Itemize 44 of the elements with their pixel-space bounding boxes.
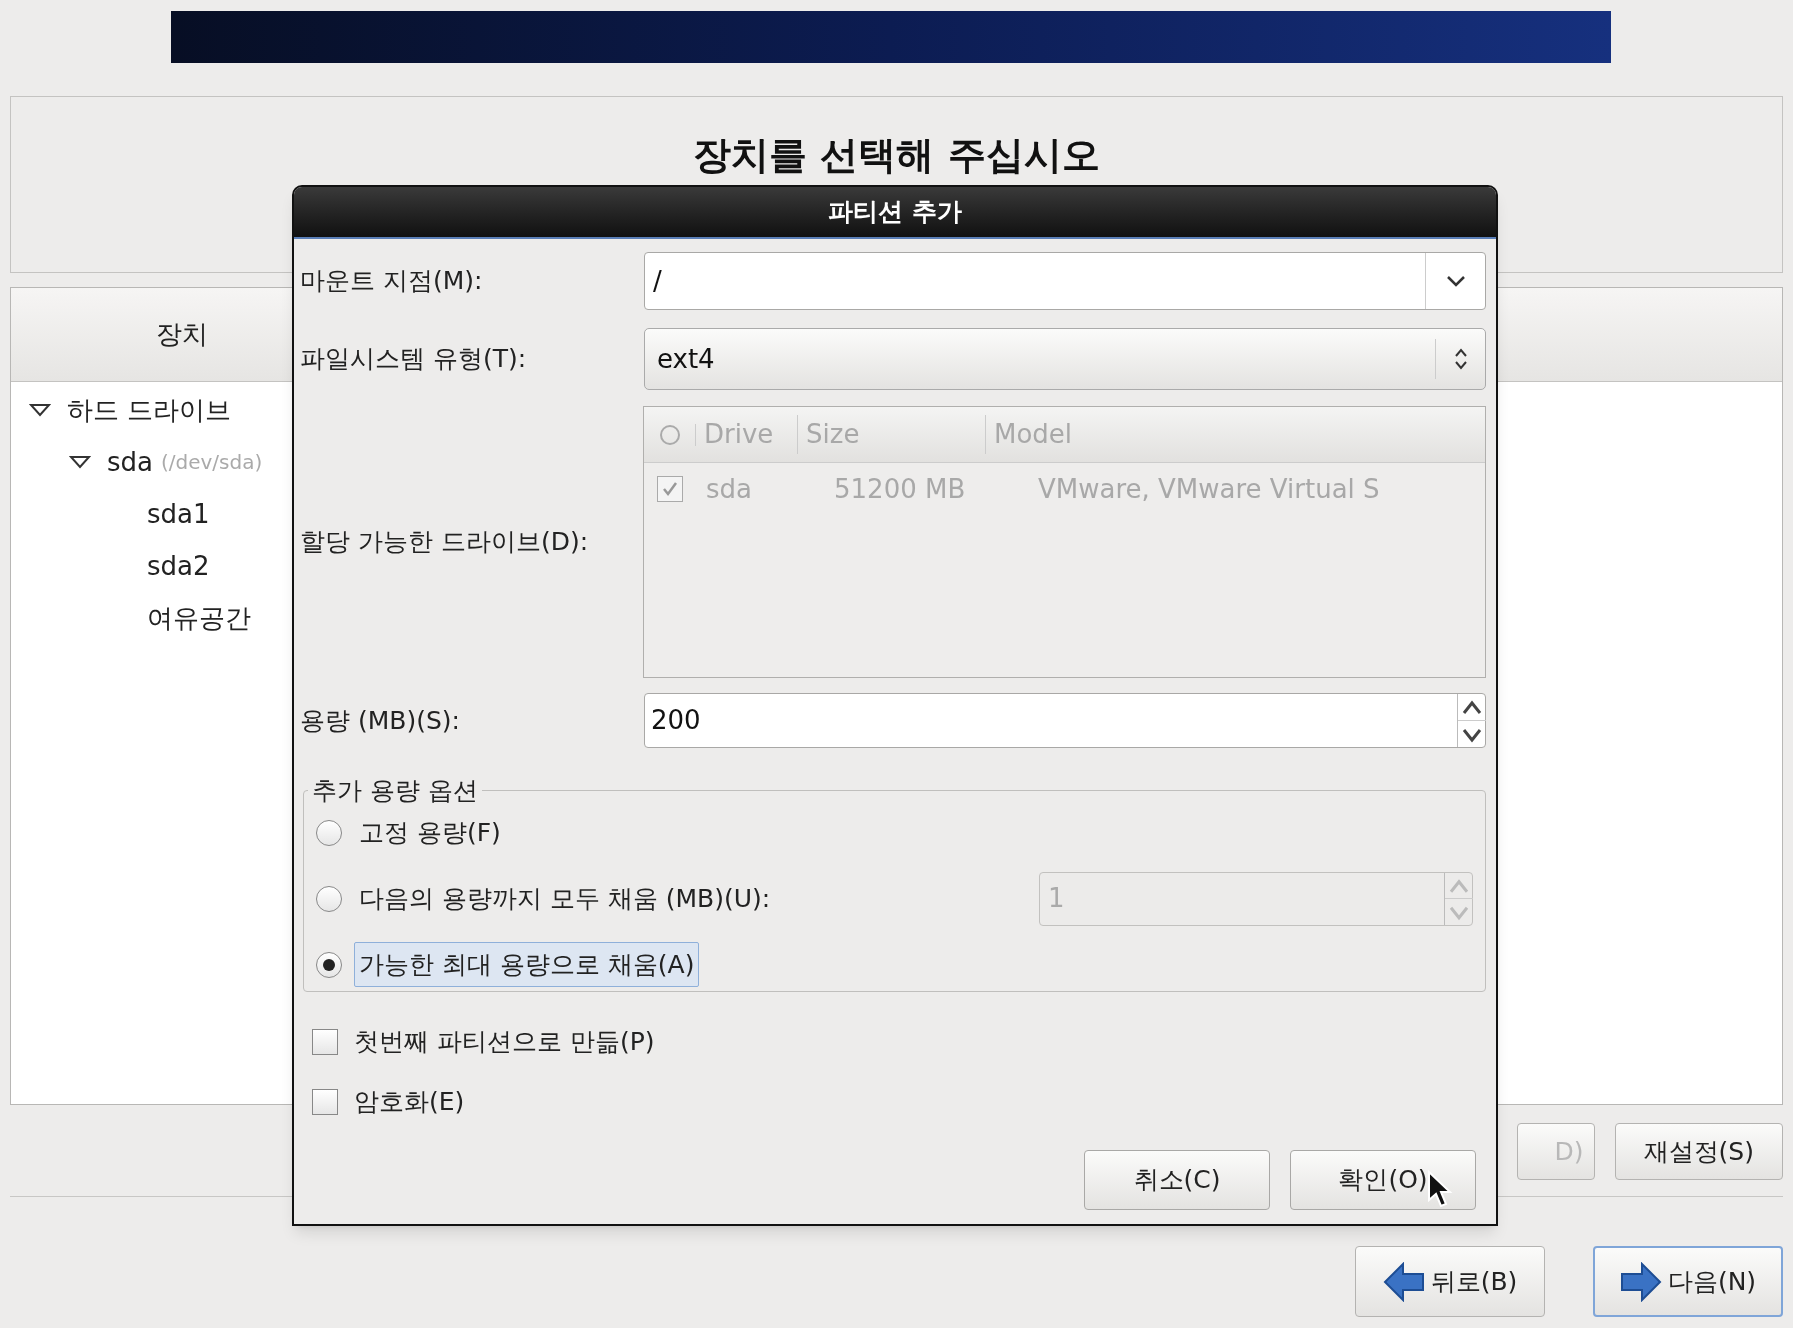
tree-item[interactable]: 하드 드라이브 (67, 390, 232, 430)
group-title: 추가 용량 옵션 (311, 775, 479, 807)
up-down-icon (1453, 347, 1468, 371)
radio-button[interactable] (316, 819, 342, 846)
table-cell-text: sda (705, 472, 753, 506)
tree-item[interactable]: 여유공간 (147, 598, 251, 638)
radio-label[interactable]: 가능한 최대 용량으로 채움(A) (354, 941, 700, 988)
field-label: 용량 (MB)(S): (300, 704, 461, 737)
tree-item[interactable]: sda2 (147, 546, 210, 586)
nav-button[interactable]: 뒤로(B) (1355, 1246, 1545, 1317)
left-arrow-icon (1382, 1261, 1425, 1302)
expander-icon[interactable] (69, 455, 91, 469)
radio-button[interactable] (316, 951, 342, 978)
page-heading: 장치를 선택해 주십시오 (693, 132, 1100, 179)
radio-label[interactable]: 고정 용량(F) (354, 809, 506, 856)
radio-button[interactable] (316, 885, 342, 912)
dialog-button[interactable]: 취소(C) (1084, 1150, 1270, 1210)
checkbox[interactable] (312, 1029, 338, 1055)
checkbox[interactable] (312, 1089, 338, 1115)
field-label: 마운트 지점(M): (300, 265, 484, 298)
tree-item[interactable]: sda1 (147, 494, 210, 534)
mount-point-combo[interactable]: / (644, 252, 1486, 310)
table-cell-text: VMware, VMware Virtual S (1037, 472, 1380, 506)
checkbox-label[interactable]: 암호화(E) (354, 1083, 465, 1121)
expander-icon[interactable] (29, 403, 51, 417)
radio-column-icon (658, 423, 681, 446)
device-path: (/dev/sda) (161, 449, 263, 476)
nav-button[interactable]: 다음(N) (1593, 1246, 1783, 1317)
chevron-down-icon (1444, 274, 1467, 288)
checkbox-label[interactable]: 첫번째 파티션으로 만듦(P) (354, 1023, 655, 1061)
dialog-button[interactable]: 확인(O) (1290, 1150, 1476, 1210)
mouse-cursor-icon (1427, 1170, 1453, 1210)
size-spin-field[interactable]: 200 (644, 693, 1486, 748)
panel-button[interactable]: 재설정(S) (1614, 1123, 1783, 1180)
spin-arrows[interactable] (1457, 694, 1485, 747)
filesystem-select[interactable]: ext4 (644, 328, 1486, 390)
dialog-title: 파티션 추가 (828, 196, 962, 229)
field-label: 할당 가능한 드라이브(D): (300, 526, 590, 559)
column-header[interactable]: 장치 (156, 315, 208, 354)
tree-item[interactable]: sda (107, 442, 153, 482)
table-cell-text: 51200 MB (833, 472, 967, 506)
radio-label[interactable]: 다음의 용량까지 모두 채움 (MB)(U): (354, 875, 776, 922)
right-arrow-icon (1619, 1261, 1662, 1302)
field-label: 파일시스템 유형(T): (300, 343, 528, 376)
